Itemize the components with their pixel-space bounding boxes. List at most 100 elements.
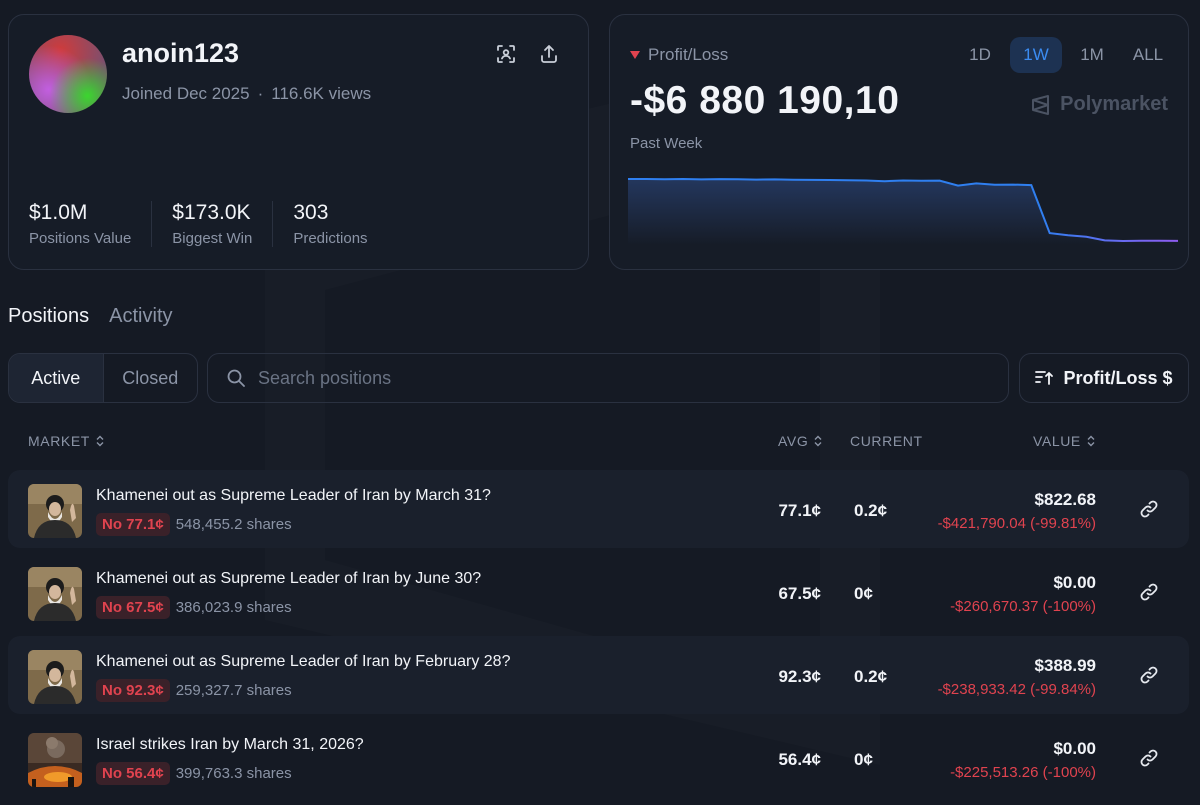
stat-label: Predictions [293,230,368,247]
range-tab-1m[interactable]: 1M [1066,37,1118,73]
market-thumbnail [28,484,82,538]
profile-card: anoin123 Joined Dec 2025 · 116.6K views $1… [8,14,589,270]
position-details: No 67.5¢ 386,023.9 shares [96,596,292,619]
market-thumbnail [28,733,82,787]
avg-price: 77.1¢ [778,501,821,520]
outcome-badge: No 67.5¢ [96,596,170,619]
range-tab-1d[interactable]: 1D [954,37,1006,73]
sort-toggle-icon [1087,435,1095,447]
value-amount: $822.68 [1034,490,1096,509]
table-row[interactable]: Israel strikes Iran by March 31, 2026? N… [8,719,1189,797]
stat-label: Biggest Win [172,230,253,247]
position-value: $388.99 -$238,933.42 (-99.84%) [938,656,1096,698]
joined-date: Joined Dec 2025 [122,84,250,103]
position-value: $0.00 -$260,670.37 (-100%) [950,573,1096,615]
market-thumbnail [28,567,82,621]
value-amount: $388.99 [1034,656,1096,675]
share-count: 548,455.2 shares [175,516,292,533]
scan-icon [497,45,515,63]
sort-label: Profit/Loss $ [1063,367,1173,388]
value-amount: $0.00 [1053,739,1096,758]
table-row[interactable]: Khamenei out as Supreme Leader of Iran b… [8,470,1189,548]
stat-positions-value: $1.0M Positions Value [29,201,153,247]
pnl-header: Profit/Loss [630,45,728,65]
tab-activity[interactable]: Activity [109,305,172,328]
value-amount: $0.00 [1053,573,1096,592]
search-input[interactable] [258,367,958,389]
link-icon[interactable] [1138,581,1160,603]
profit-loss-card: Profit/Loss -$6 880 190,10 Past Week 1D … [609,14,1189,270]
column-header-value[interactable]: VALUE [1033,433,1096,449]
position-value: $0.00 -$225,513.26 (-100%) [950,739,1096,781]
position-details: No 77.1¢ 548,455.2 shares [96,513,292,536]
link-icon[interactable] [1138,664,1160,686]
market-title[interactable]: Khamenei out as Supreme Leader of Iran b… [96,653,510,671]
avg-price: 56.4¢ [778,750,821,769]
main-tabs: Positions Activity [8,305,173,328]
market-title[interactable]: Khamenei out as Supreme Leader of Iran b… [96,487,491,505]
brand-name: Polymarket [1060,93,1168,115]
share-count: 386,023.9 shares [175,599,292,616]
tab-positions[interactable]: Positions [8,305,89,328]
pnl-period: Past Week [630,135,703,152]
header-label: AVG [778,433,809,449]
sort-toggle-icon [96,435,104,447]
stat-label: Positions Value [29,230,132,247]
position-value: $822.68 -$421,790.04 (-99.81%) [938,490,1096,532]
link-icon[interactable] [1138,498,1160,520]
value-change: -$238,933.42 (-99.84%) [937,681,1096,698]
range-tabs: 1D 1W 1M ALL [954,37,1174,73]
share-count: 259,327.7 shares [175,682,292,699]
current-price: 0.2¢ [854,501,888,520]
market-title[interactable]: Israel strikes Iran by March 31, 2026? [96,736,364,754]
sort-icon [1035,371,1054,385]
table-row[interactable]: Khamenei out as Supreme Leader of Iran b… [8,553,1189,631]
column-header-market[interactable]: MARKET [28,433,105,449]
toggle-closed[interactable]: Closed [104,354,198,402]
status-toggle: Active Closed [8,353,198,403]
stat-value: 303 [293,201,329,224]
range-tab-all[interactable]: ALL [1122,37,1174,73]
down-triangle-icon [630,51,640,59]
outcome-badge: No 77.1¢ [96,513,170,536]
pnl-label: Profit/Loss [648,45,729,64]
sort-button[interactable]: Profit/Loss $ [1019,353,1189,403]
pnl-amount: -$6 880 190,10 [630,79,900,122]
market-title[interactable]: Khamenei out as Supreme Leader of Iran b… [96,570,481,588]
share-button[interactable] [534,39,564,69]
header-label: MARKET [28,433,90,449]
toggle-active[interactable]: Active [9,354,104,402]
position-details: No 92.3¢ 259,327.7 shares [96,679,292,702]
avg-price: 67.5¢ [778,584,821,603]
value-change: -$421,790.04 (-99.81%) [937,515,1096,532]
search-box [207,353,1009,403]
meta-separator: · [257,84,264,103]
outcome-badge: No 92.3¢ [96,679,170,702]
header-label: CURRENT [850,433,923,449]
avatar [29,35,107,113]
share-icon [541,45,557,63]
position-details: No 56.4¢ 399,763.3 shares [96,762,292,785]
stat-predictions: 303 Predictions [293,201,387,247]
stat-biggest-win: $173.0K Biggest Win [172,201,274,247]
search-icon [227,369,245,387]
range-tab-1w[interactable]: 1W [1010,37,1062,73]
table-row[interactable]: Khamenei out as Supreme Leader of Iran b… [8,636,1189,714]
polymarket-logo-icon [1032,94,1050,115]
stat-value: $1.0M [29,201,88,224]
header-label: VALUE [1033,433,1081,449]
value-change: -$260,670.37 (-100%) [950,598,1096,615]
share-count: 399,763.3 shares [175,765,292,782]
polymarket-brand: Polymarket [1030,93,1168,116]
sort-toggle-icon [814,435,822,447]
current-price: 0.2¢ [854,667,888,686]
column-header-avg[interactable]: AVG [778,433,823,449]
link-icon[interactable] [1138,747,1160,769]
scan-qr-button[interactable] [491,39,521,69]
stat-value: $173.0K [172,201,251,224]
profile-stats: $1.0M Positions Value $173.0K Biggest Wi… [29,201,408,247]
view-count: 116.6K views [271,84,372,103]
current-price: 0¢ [854,584,873,603]
current-price: 0¢ [854,750,873,769]
value-change: -$225,513.26 (-100%) [950,764,1096,781]
